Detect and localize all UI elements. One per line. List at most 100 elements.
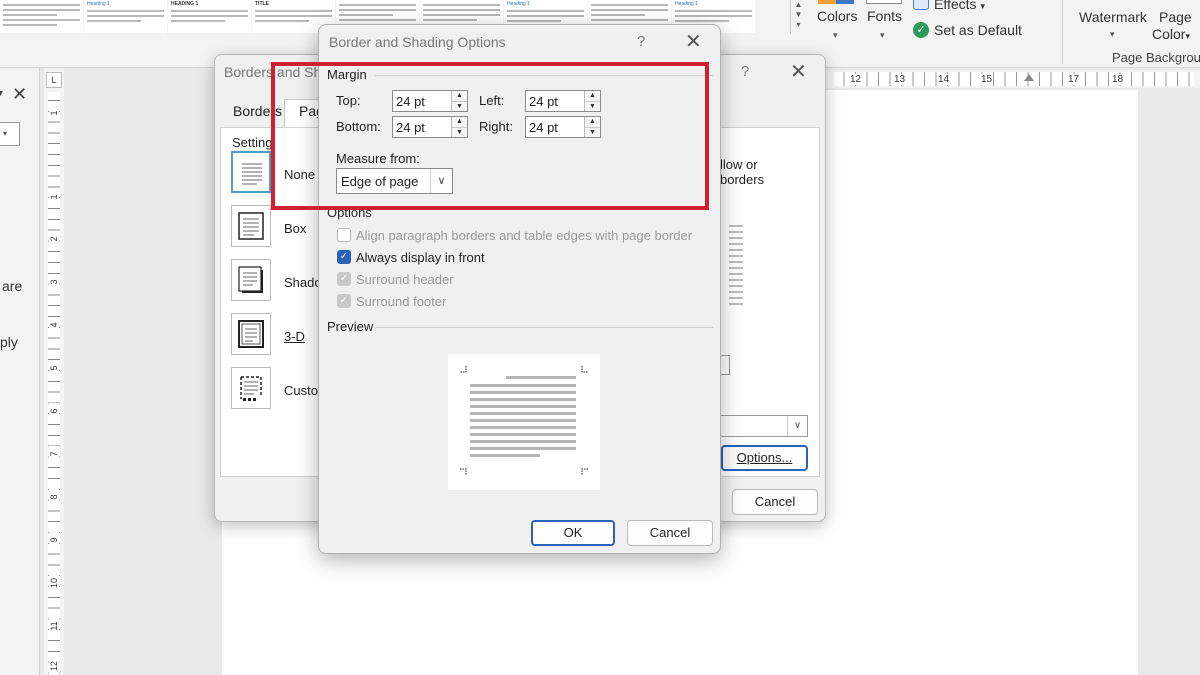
option-always-display-front[interactable]: ✓ Always display in front: [337, 248, 485, 266]
effects-button[interactable]: Effects ▾: [934, 0, 985, 12]
close-icon[interactable]: ✕: [790, 59, 807, 84]
setting-box[interactable]: [231, 205, 271, 247]
watermark-button[interactable]: Watermark: [1079, 9, 1147, 25]
setting-label: Setting:: [232, 135, 277, 150]
top-margin-value[interactable]: 24 pt: [396, 94, 425, 109]
setting-3d-label[interactable]: 3-D: [284, 329, 305, 344]
set-as-default-button[interactable]: Set as Default: [934, 22, 1022, 38]
fonts-button[interactable]: Fonts: [867, 8, 902, 24]
setting-none[interactable]: [231, 151, 271, 193]
option-surround-header: ✓ Surround header: [337, 270, 454, 288]
preview-text-line: [470, 454, 540, 457]
chevron-down-icon[interactable]: ∨: [787, 416, 807, 436]
tab-borders[interactable]: Borders: [233, 103, 282, 119]
spin-down-icon[interactable]: ▼: [585, 127, 600, 137]
option-align-paragraph[interactable]: Align paragraph borders and table edges …: [337, 226, 692, 244]
setting-3d[interactable]: [231, 313, 271, 355]
page-color-button-label[interactable]: Page: [1159, 9, 1192, 25]
chevron-down-icon[interactable]: ▼: [791, 10, 806, 20]
none-setting-icon: [242, 163, 262, 185]
ruler-strip: [834, 72, 1194, 86]
setting-shadow[interactable]: [231, 259, 271, 301]
spin-up-icon[interactable]: ▲: [452, 117, 467, 127]
cancel-button[interactable]: Cancel: [627, 520, 713, 546]
ruler-number: 10: [49, 575, 59, 591]
colors-caret-icon[interactable]: ▾: [833, 30, 838, 41]
preview-page: [448, 354, 600, 490]
checkbox-align-paragraph[interactable]: [337, 228, 351, 242]
colors-button[interactable]: Colors: [817, 8, 857, 24]
watermark-caret-icon[interactable]: ▾: [1110, 29, 1115, 40]
apply-to-select[interactable]: ∨: [720, 415, 808, 437]
ruler-number: 1: [49, 105, 59, 121]
style-thumb[interactable]: [0, 0, 83, 33]
preview-text-line: [470, 447, 576, 450]
options-button[interactable]: Options...: [721, 445, 808, 471]
vertical-ruler[interactable]: L 1 1 2 3 4 5 6 7 8 9 10 11 12: [44, 68, 64, 675]
checkbox-always-display-front[interactable]: ✓: [337, 250, 351, 264]
ruler-number: 12: [49, 658, 59, 674]
left-label: Left:: [479, 93, 505, 108]
ruler-number: 7: [49, 446, 59, 462]
left-margin-value[interactable]: 24 pt: [529, 94, 558, 109]
help-icon[interactable]: ?: [637, 33, 645, 50]
measure-from-value: Edge of page: [341, 174, 419, 189]
setting-custom-label[interactable]: Custo: [284, 383, 318, 398]
horizontal-ruler[interactable]: 12 13 14 15 17 18: [826, 70, 1200, 88]
measure-from-select[interactable]: Edge of page ∨: [336, 168, 453, 194]
top-margin-spinner[interactable]: 24 pt ▲ ▼: [392, 90, 468, 112]
ruler-number: 11: [49, 618, 59, 634]
bottom-margin-spinner[interactable]: 24 pt ▲ ▼: [392, 116, 468, 138]
colors-icon: [818, 0, 854, 4]
nav-text-fragment: are: [2, 278, 23, 294]
setting-box-label[interactable]: Box: [284, 221, 306, 236]
spin-down-icon[interactable]: ▼: [452, 127, 467, 137]
chevron-up-icon[interactable]: ▲: [791, 0, 806, 10]
option-label: Always display in front: [356, 249, 485, 265]
spin-up-icon[interactable]: ▲: [585, 117, 600, 127]
gallery-more-icon[interactable]: ▾: [791, 20, 806, 30]
preview-text-line: [470, 419, 576, 422]
spin-down-icon[interactable]: ▼: [585, 101, 600, 111]
setting-none-label[interactable]: None: [284, 167, 315, 182]
spin-down-icon[interactable]: ▼: [452, 101, 467, 111]
ruler-number: 12: [849, 74, 863, 85]
page-background-group-label: Page Backgrou: [1112, 50, 1200, 65]
navigation-pane: ▾ ✕ ▾ are ply: [0, 68, 40, 675]
fonts-caret-icon[interactable]: ▾: [880, 30, 885, 41]
border-and-shading-options-dialog: Border and Shading Options ? ✕ Margin To…: [318, 24, 721, 554]
ruler-number: 4: [49, 317, 59, 333]
bottom-margin-value[interactable]: 24 pt: [396, 120, 425, 135]
page-color-button[interactable]: Color▾: [1152, 26, 1190, 42]
spin-up-icon[interactable]: ▲: [585, 91, 600, 101]
style-thumb[interactable]: Heading 1: [84, 0, 167, 33]
close-icon[interactable]: ✕: [12, 84, 27, 105]
preview-text-line: [470, 433, 576, 436]
shadow-setting-icon: [238, 266, 263, 293]
left-margin-spinner[interactable]: 24 pt ▲ ▼: [525, 90, 601, 112]
help-icon[interactable]: ?: [741, 63, 749, 80]
right-margin-value[interactable]: 24 pt: [529, 120, 558, 135]
style-thumb[interactable]: HEADING 1: [168, 0, 251, 33]
back-cancel-button[interactable]: Cancel: [732, 489, 818, 515]
tab-selector[interactable]: L: [46, 72, 62, 88]
setting-custom[interactable]: [231, 367, 271, 409]
custom-setting-icon: [240, 376, 262, 401]
effects-icon: [913, 0, 929, 10]
ruler-number: 3: [49, 274, 59, 290]
bottom-label: Bottom:: [336, 119, 381, 134]
ruler-number: 5: [49, 360, 59, 376]
indent-marker-icon[interactable]: [1024, 74, 1034, 81]
back-preview: [723, 205, 759, 335]
close-icon[interactable]: ✕: [685, 29, 702, 54]
nav-dropdown[interactable]: ▾: [0, 122, 20, 146]
gallery-scroll[interactable]: ▲ ▼ ▾: [790, 0, 806, 34]
ruler-number: 15: [980, 74, 994, 85]
chevron-down-icon[interactable]: ▾: [0, 88, 3, 99]
ok-button[interactable]: OK: [531, 520, 615, 546]
right-margin-spinner[interactable]: 24 pt ▲ ▼: [525, 116, 601, 138]
chevron-down-icon[interactable]: ∨: [430, 169, 452, 193]
setting-shadow-label[interactable]: Shado: [284, 275, 322, 290]
preview-text-line: [470, 384, 576, 387]
spin-up-icon[interactable]: ▲: [452, 91, 467, 101]
